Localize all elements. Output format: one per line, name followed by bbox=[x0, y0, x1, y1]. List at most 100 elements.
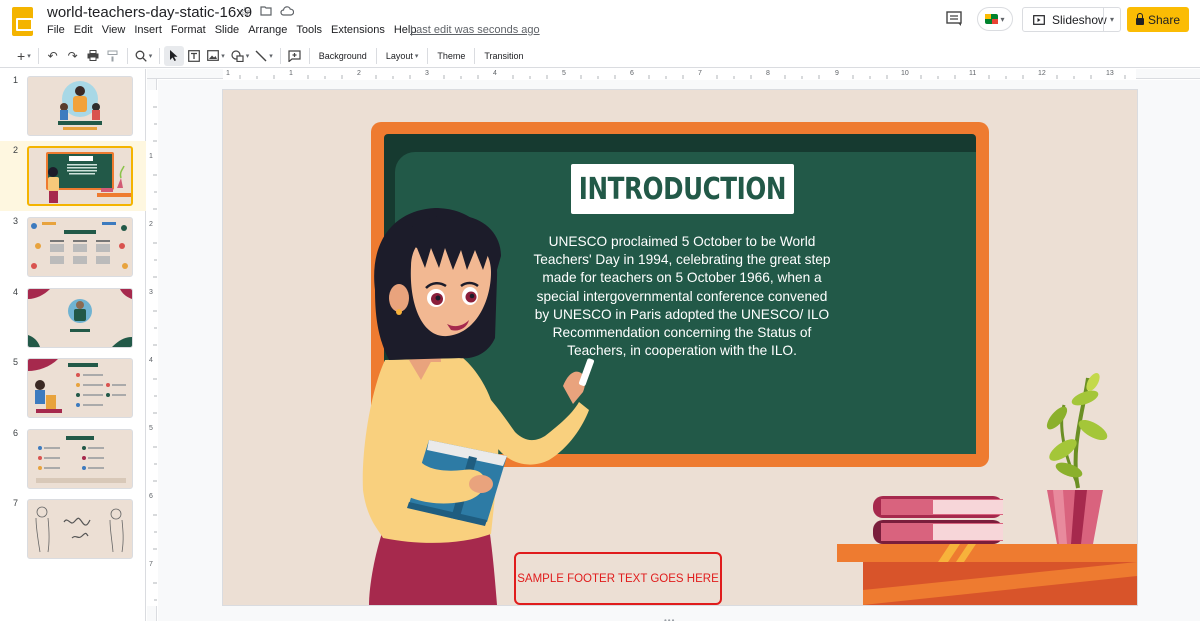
last-edit-link[interactable]: Last edit was seconds ago bbox=[410, 24, 540, 36]
filmstrip-slide-1[interactable]: 1 bbox=[0, 71, 146, 141]
ruler-label: 3 bbox=[425, 70, 429, 77]
cloud-status-icon[interactable] bbox=[280, 4, 295, 20]
ruler-label: 8 bbox=[766, 70, 770, 77]
layout-button[interactable]: Layout ▾ bbox=[381, 46, 424, 66]
chevron-down-icon: ▾ bbox=[27, 52, 31, 60]
select-tool[interactable] bbox=[164, 45, 185, 66]
document-title[interactable]: world-teachers-day-static-16x9 bbox=[47, 4, 252, 21]
filmstrip-slide-6[interactable]: 6 bbox=[0, 424, 146, 494]
lock-icon bbox=[1135, 12, 1144, 25]
horizontal-ruler[interactable]: 1 1 2 3 4 5 6 7 8 9 10 11 12 13 bbox=[147, 69, 1200, 79]
chevron-down-icon: ▾ bbox=[148, 52, 153, 60]
background-button[interactable]: Background bbox=[314, 46, 372, 66]
toolbar-divider bbox=[279, 47, 281, 64]
image-icon bbox=[207, 50, 220, 61]
menu-extensions[interactable]: Extensions bbox=[331, 24, 385, 36]
slide-thumbnail bbox=[27, 429, 133, 489]
slides-logo-icon[interactable] bbox=[12, 7, 33, 36]
toolbar-divider bbox=[126, 47, 128, 64]
slide-thumbnail bbox=[27, 76, 133, 136]
ruler-label: 6 bbox=[149, 493, 153, 500]
slideshow-options-chevron-icon[interactable]: ▾ bbox=[1103, 8, 1120, 31]
menu-edit[interactable]: Edit bbox=[74, 24, 93, 36]
move-folder-icon[interactable] bbox=[259, 4, 273, 20]
layout-label: Layout bbox=[385, 50, 413, 61]
zoom-icon bbox=[135, 50, 147, 62]
shape-icon bbox=[231, 49, 244, 62]
print-button[interactable] bbox=[83, 46, 103, 66]
line-button[interactable]: ▾ bbox=[252, 46, 276, 66]
redo-icon: ↷ bbox=[67, 48, 78, 63]
line-icon bbox=[255, 50, 267, 61]
ruler-label: 1 bbox=[226, 70, 230, 77]
paint-format-button[interactable] bbox=[103, 46, 123, 66]
slide-thumbnail bbox=[27, 146, 133, 206]
slides-app: world-teachers-day-static-16x9 ☆ File Ed… bbox=[0, 0, 1200, 621]
menu-tools[interactable]: Tools bbox=[296, 24, 322, 36]
filmstrip-slide-5[interactable]: 5 bbox=[0, 353, 146, 423]
menu-arrange[interactable]: Arrange bbox=[248, 24, 287, 36]
teacher-illustration bbox=[362, 208, 594, 605]
share-button[interactable]: Share bbox=[1127, 7, 1189, 32]
add-comment-button[interactable] bbox=[285, 46, 305, 66]
ruler-label: 5 bbox=[149, 425, 153, 432]
meet-button[interactable]: ▾ bbox=[977, 7, 1013, 31]
slide-number: 2 bbox=[13, 145, 19, 155]
slideshow-label: Slideshow bbox=[1052, 12, 1107, 27]
print-icon bbox=[87, 50, 99, 61]
filmstrip-slide-3[interactable]: 3 bbox=[0, 212, 146, 282]
vertical-ruler[interactable]: 1 2 3 4 5 6 7 bbox=[147, 79, 157, 621]
chevron-down-icon: ▾ bbox=[245, 52, 250, 60]
ruler-label: 1 bbox=[289, 70, 293, 77]
slide-number: 1 bbox=[13, 75, 19, 85]
cursor-icon bbox=[170, 50, 178, 61]
toolbar: + ▾ ↶ ↷ ▾ ▾ ▾ ▾ Background Layout ▾ Them… bbox=[0, 44, 1200, 68]
new-slide-button[interactable]: + ▾ bbox=[14, 46, 34, 66]
slide-canvas[interactable]: INTRODUCTION UNESCO proclaimed 5 October… bbox=[223, 90, 1137, 605]
undo-button[interactable]: ↶ bbox=[43, 46, 63, 66]
menu-file[interactable]: File bbox=[47, 24, 65, 36]
footer-text-box[interactable]: SAMPLE FOOTER TEXT GOES HERE bbox=[514, 552, 722, 605]
chevron-down-icon: ▾ bbox=[269, 52, 273, 60]
insert-image-button[interactable]: ▾ bbox=[204, 46, 228, 66]
menu-view[interactable]: View bbox=[102, 24, 126, 36]
text-box-icon bbox=[188, 49, 201, 62]
filmstrip-slide-2[interactable]: 2 bbox=[0, 141, 146, 211]
menu-slide[interactable]: Slide bbox=[215, 24, 239, 36]
speaker-notes-resize-handle[interactable]: ••• bbox=[664, 616, 675, 621]
shape-button[interactable]: ▾ bbox=[228, 46, 253, 66]
chevron-down-icon: ▾ bbox=[1000, 14, 1005, 24]
ruler-label: 10 bbox=[901, 70, 909, 77]
comments-icon[interactable] bbox=[944, 10, 964, 28]
chevron-down-icon: ▾ bbox=[414, 52, 419, 60]
footer-text: SAMPLE FOOTER TEXT GOES HERE bbox=[517, 572, 719, 585]
slide-number: 6 bbox=[13, 428, 19, 438]
undo-icon: ↶ bbox=[47, 48, 58, 63]
slideshow-button[interactable]: Slideshow ▾ bbox=[1022, 7, 1121, 32]
theme-button[interactable]: Theme bbox=[432, 46, 470, 66]
menu-insert[interactable]: Insert bbox=[134, 24, 162, 36]
redo-button[interactable]: ↷ bbox=[63, 46, 83, 66]
share-label: Share bbox=[1147, 12, 1181, 27]
ruler-label: 3 bbox=[149, 289, 153, 296]
toolbar-divider bbox=[427, 47, 429, 64]
slide-number: 3 bbox=[13, 216, 19, 226]
filmstrip-slide-4[interactable]: 4 bbox=[0, 283, 146, 353]
zoom-button[interactable]: ▾ bbox=[132, 46, 156, 66]
meet-icon bbox=[985, 14, 999, 24]
transition-button[interactable]: Transition bbox=[479, 46, 528, 66]
slide-number: 4 bbox=[13, 287, 19, 297]
menu-format[interactable]: Format bbox=[171, 24, 206, 36]
filmstrip-slide-7[interactable]: 7 bbox=[0, 494, 146, 564]
ruler-label: 1 bbox=[149, 153, 153, 160]
ruler-label: 11 bbox=[969, 70, 977, 77]
slide-thumbnail bbox=[27, 288, 133, 348]
ruler-label: 7 bbox=[149, 561, 153, 568]
toolbar-divider bbox=[308, 47, 310, 64]
title-actions: ☆ bbox=[238, 4, 295, 20]
ruler-label: 12 bbox=[1038, 70, 1046, 77]
slide-thumbnail bbox=[27, 499, 133, 559]
slide-thumbnail bbox=[27, 217, 133, 277]
text-box-tool[interactable] bbox=[184, 46, 204, 66]
star-icon[interactable]: ☆ bbox=[238, 4, 252, 20]
